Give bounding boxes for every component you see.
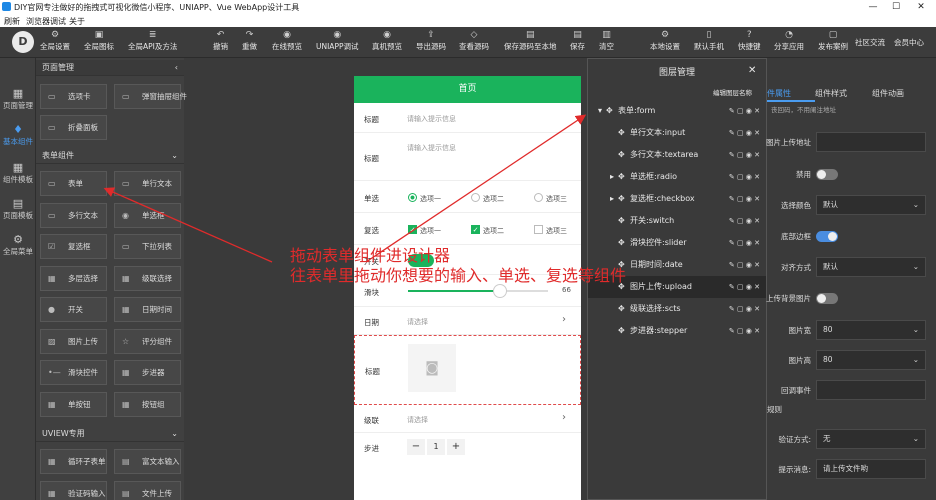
arrow-to-form-component xyxy=(103,187,273,263)
annotation-text: 拖动表单组件进设计器 往表单里拖动你想要的输入、单选、复选等组件 xyxy=(290,246,626,286)
arrow-to-form-layer xyxy=(365,114,587,263)
annotation-line-1: 拖动表单组件进设计器 xyxy=(290,246,451,265)
annotation-line-2: 往表单里拖动你想要的输入、单选、复选等组件 xyxy=(290,266,627,285)
